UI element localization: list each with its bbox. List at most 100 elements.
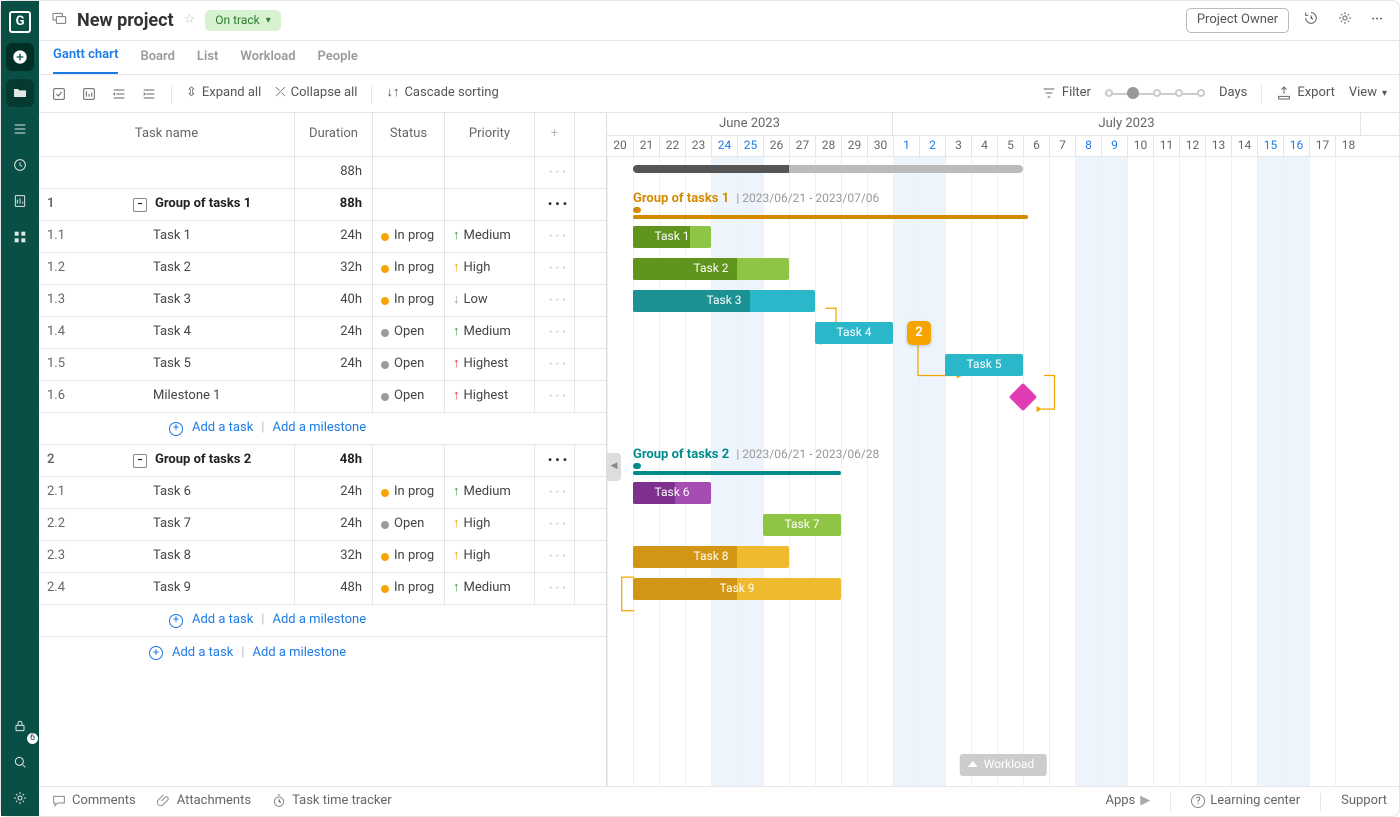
row-menu-icon[interactable]: ···: [535, 285, 575, 316]
cell-name[interactable]: 1.5Task 5: [39, 349, 295, 380]
cell-name[interactable]: [39, 157, 295, 188]
gantt-bar[interactable]: Task 1: [633, 226, 711, 248]
add-milestone-link[interactable]: Add a milestone: [272, 420, 366, 437]
folder-icon[interactable]: [6, 79, 34, 107]
gantt-bar[interactable]: Task 9: [633, 578, 841, 600]
row-menu-icon[interactable]: ···: [535, 445, 575, 476]
cell-status[interactable]: In prog: [373, 541, 445, 572]
milestone-marker[interactable]: [1009, 383, 1037, 411]
app-logo[interactable]: G: [9, 11, 31, 33]
gantt-bar[interactable]: Task 4: [815, 322, 893, 344]
export-button[interactable]: Export: [1276, 85, 1335, 102]
cell-name[interactable]: 1.3Task 3: [39, 285, 295, 316]
indent-icon[interactable]: [141, 86, 157, 102]
summary-bar[interactable]: [633, 165, 1023, 173]
tab-gantt-chart[interactable]: Gantt chart: [53, 47, 118, 74]
add-button[interactable]: [6, 43, 34, 71]
day-header[interactable]: 4: [971, 136, 997, 156]
day-header[interactable]: 11: [1153, 136, 1179, 156]
add-icon[interactable]: +: [169, 422, 183, 436]
tab-list[interactable]: List: [197, 49, 218, 74]
tab-workload[interactable]: Workload: [240, 49, 295, 74]
day-header[interactable]: 28: [815, 136, 841, 156]
day-header[interactable]: 10: [1127, 136, 1153, 156]
grid-row[interactable]: 1.2Task 232hIn prog↑High···: [39, 253, 606, 285]
apps-link[interactable]: Apps ▶: [1105, 793, 1150, 810]
day-header[interactable]: 21: [633, 136, 659, 156]
grid-icon[interactable]: [6, 223, 34, 251]
cell-priority[interactable]: [445, 189, 535, 220]
cell-name[interactable]: 1.4Task 4: [39, 317, 295, 348]
cell-duration[interactable]: 32h: [295, 253, 373, 284]
col-priority[interactable]: Priority: [445, 113, 535, 156]
gear-icon[interactable]: [6, 784, 34, 812]
cell-status[interactable]: [373, 189, 445, 220]
cell-priority[interactable]: ↓Low: [445, 285, 535, 316]
settings-icon[interactable]: [1333, 6, 1357, 36]
cell-duration[interactable]: 24h: [295, 509, 373, 540]
day-header[interactable]: 9: [1101, 136, 1127, 156]
add-milestone-link[interactable]: Add a milestone: [252, 645, 346, 662]
project-title[interactable]: New project: [77, 9, 174, 32]
day-header[interactable]: 12: [1179, 136, 1205, 156]
cell-duration[interactable]: 48h: [295, 445, 373, 476]
grid-row[interactable]: 2.1Task 624hIn prog↑Medium···: [39, 477, 606, 509]
grid-row[interactable]: 1.1Task 124hIn prog↑Medium···: [39, 221, 606, 253]
cell-priority[interactable]: ↑High: [445, 253, 535, 284]
cell-duration[interactable]: 24h: [295, 317, 373, 348]
cell-duration[interactable]: [295, 381, 373, 412]
gantt-bar[interactable]: Task 5: [945, 354, 1023, 376]
day-header[interactable]: 1: [893, 136, 919, 156]
cell-duration[interactable]: 48h: [295, 573, 373, 604]
cell-status[interactable]: Open: [373, 349, 445, 380]
cell-priority[interactable]: [445, 445, 535, 476]
history-icon[interactable]: [1299, 6, 1323, 36]
time-tracker-button[interactable]: Task time tracker: [271, 793, 392, 810]
expand-all-button[interactable]: ⇳Expand all: [186, 85, 261, 102]
gantt-bar[interactable]: Task 6: [633, 482, 711, 504]
day-header[interactable]: 16: [1283, 136, 1309, 156]
cell-duration[interactable]: 24h: [295, 221, 373, 252]
day-header[interactable]: 29: [841, 136, 867, 156]
status-pill[interactable]: On track▾: [205, 10, 281, 32]
row-menu-icon[interactable]: ···: [535, 541, 575, 572]
gantt-bar[interactable]: Task 7: [763, 514, 841, 536]
workload-button[interactable]: Workload: [960, 754, 1047, 776]
more-icon[interactable]: ···: [1367, 8, 1387, 33]
cell-status[interactable]: In prog: [373, 253, 445, 284]
gantt-bar[interactable]: Task 2: [633, 258, 789, 280]
cell-duration[interactable]: 88h: [295, 157, 373, 188]
col-status[interactable]: Status: [373, 113, 445, 156]
grid-row[interactable]: 2.3Task 832hIn prog↑High···: [39, 541, 606, 573]
add-milestone-link[interactable]: Add a milestone: [272, 612, 366, 629]
day-header[interactable]: 22: [659, 136, 685, 156]
col-duration[interactable]: Duration: [295, 113, 373, 156]
day-header[interactable]: 8: [1075, 136, 1101, 156]
cell-status[interactable]: In prog: [373, 477, 445, 508]
cell-duration[interactable]: 40h: [295, 285, 373, 316]
cascade-sort-button[interactable]: ↓↑Cascade sorting: [386, 85, 498, 102]
collapse-icon[interactable]: −: [133, 198, 147, 212]
baseline-icon[interactable]: [81, 86, 97, 102]
add-icon[interactable]: +: [169, 614, 183, 628]
cell-name[interactable]: 1.1Task 1: [39, 221, 295, 252]
search-icon[interactable]: [6, 748, 34, 776]
day-header[interactable]: 30: [867, 136, 893, 156]
cell-name[interactable]: 2−Group of tasks 2: [39, 445, 295, 476]
grid-row[interactable]: 1−Group of tasks 188h···: [39, 189, 606, 221]
support-link[interactable]: Support: [1341, 793, 1387, 810]
row-menu-icon[interactable]: ···: [535, 573, 575, 604]
gantt-body[interactable]: ◀ Group of tasks 1 | 2023/06/21 - 2023/0…: [607, 157, 1399, 786]
grid-row[interactable]: 1.5Task 524hOpen↑Highest···: [39, 349, 606, 381]
grid-row[interactable]: 2−Group of tasks 248h ···: [39, 445, 606, 477]
day-header[interactable]: 23: [685, 136, 711, 156]
cell-name[interactable]: 1.6Milestone 1: [39, 381, 295, 412]
add-column-button[interactable]: +: [535, 113, 575, 156]
cell-duration[interactable]: 24h: [295, 477, 373, 508]
add-icon[interactable]: +: [149, 646, 163, 660]
cell-status[interactable]: In prog: [373, 285, 445, 316]
day-header[interactable]: 27: [789, 136, 815, 156]
gantt-bar[interactable]: Task 8: [633, 546, 789, 568]
collapse-icon[interactable]: −: [133, 454, 147, 468]
day-header[interactable]: 2: [919, 136, 945, 156]
